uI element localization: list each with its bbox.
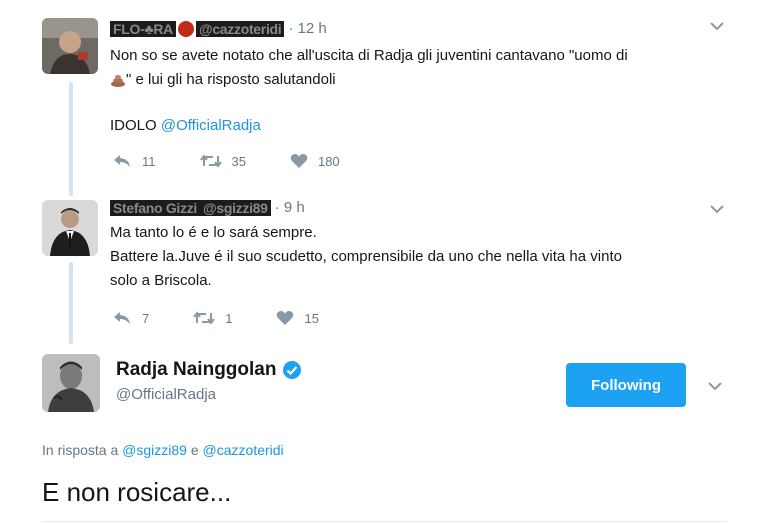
reply-count: 7 xyxy=(142,310,150,326)
thread-connector-line xyxy=(69,82,73,196)
user-handle[interactable]: @sgizzi89 xyxy=(200,199,271,216)
tweet-actions: 7 1 15 xyxy=(112,310,363,326)
mention-link[interactable]: @sgizzi89 xyxy=(122,442,187,458)
mention-link[interactable]: @OfficialRadja xyxy=(161,117,261,134)
display-name[interactable]: FLO-♣RA xyxy=(110,20,176,37)
flag-icon xyxy=(177,20,194,37)
divider xyxy=(42,521,727,522)
tweet-text: E non rosicare... xyxy=(42,477,232,507)
display-name[interactable]: Stefano Gizzi xyxy=(110,199,200,216)
avatar[interactable] xyxy=(42,200,98,256)
retweet-button[interactable]: 1 xyxy=(193,311,232,326)
avatar[interactable] xyxy=(42,18,98,74)
retweet-icon xyxy=(199,154,222,168)
retweet-button[interactable]: 35 xyxy=(199,153,246,169)
retweet-icon xyxy=(193,311,216,325)
like-button[interactable]: 15 xyxy=(276,310,319,326)
mention-link[interactable]: @cazzoteridi xyxy=(203,442,284,458)
reply-count: 11 xyxy=(142,153,156,169)
retweet-count: 1 xyxy=(225,310,233,326)
timestamp[interactable]: · 9 h xyxy=(275,199,305,216)
tweet-text: Ma tanto lo é e lo sará sempre. Battere … xyxy=(110,224,622,289)
tweet-header: Stefano Gizzi @sgizzi89 · 9 h xyxy=(110,199,305,216)
author-name[interactable]: Radja Nainggolan xyxy=(116,359,302,381)
user-handle[interactable]: @cazzoteridi xyxy=(195,20,285,37)
like-button[interactable]: 180 xyxy=(290,153,340,169)
focused-tweet: Radja Nainggolan @OfficialRadja Followin… xyxy=(0,350,767,524)
heart-icon xyxy=(277,311,294,325)
chevron-down-icon[interactable] xyxy=(709,20,725,32)
chevron-down-icon[interactable] xyxy=(709,203,725,215)
avatar[interactable] xyxy=(42,354,100,412)
like-count: 180 xyxy=(317,153,340,169)
reply-context: In risposta a @sgizzi89 e @cazzoteridi xyxy=(42,442,284,458)
reply-button[interactable]: 7 xyxy=(112,311,149,326)
reply-icon xyxy=(114,312,130,324)
author-handle[interactable]: @OfficialRadja xyxy=(116,386,216,403)
tweet-actions: 11 35 180 xyxy=(112,153,384,169)
thread-connector-line xyxy=(69,262,73,344)
heart-icon xyxy=(290,154,308,168)
tweet-header: FLO-♣RA @cazzoteridi · 12 h xyxy=(110,20,327,37)
retweet-count: 35 xyxy=(231,153,246,169)
verified-badge-icon xyxy=(283,361,302,379)
reply-icon xyxy=(114,155,130,167)
like-count: 15 xyxy=(304,310,319,326)
following-button[interactable]: Following xyxy=(566,363,686,407)
timestamp[interactable]: · 12 h xyxy=(288,20,326,37)
chevron-down-icon[interactable] xyxy=(707,380,723,392)
tweet-text: Non so se avete notato che all'uscita di… xyxy=(110,47,628,134)
reply-button[interactable]: 11 xyxy=(112,154,156,169)
poop-emoji-icon xyxy=(111,75,125,88)
